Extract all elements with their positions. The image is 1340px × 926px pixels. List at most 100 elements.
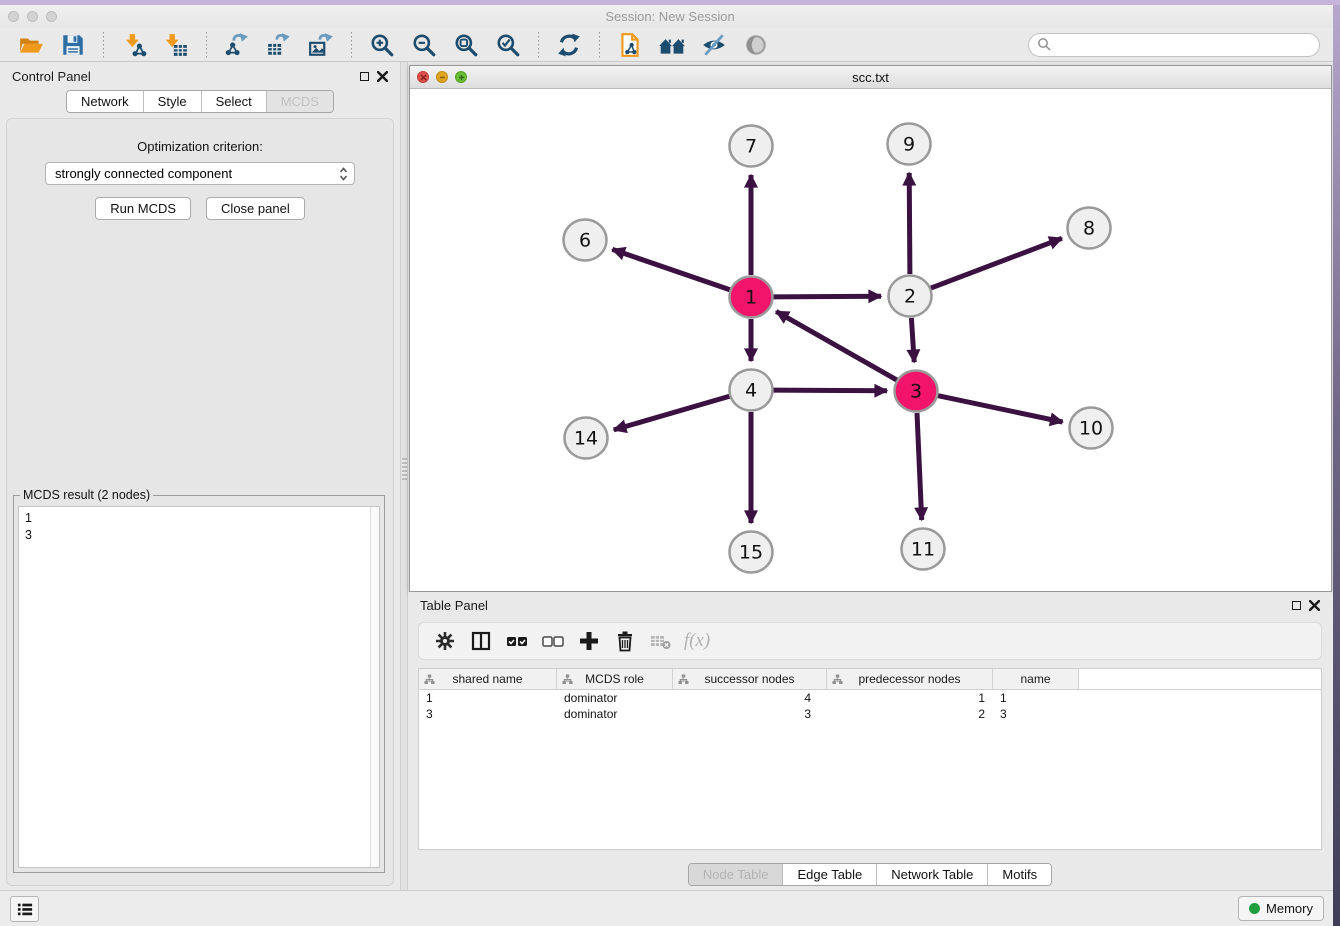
graph-edge[interactable] (909, 173, 910, 274)
fx-icon: f(x) (684, 630, 710, 652)
zoom-out-icon (411, 32, 437, 58)
import-network-button[interactable] (117, 30, 151, 60)
tab-motifs[interactable]: Motifs (987, 864, 1051, 885)
graph-node[interactable]: 6 (564, 220, 607, 261)
table-panel: Table Panel (408, 592, 1332, 890)
duplicate-network-button[interactable] (613, 30, 647, 60)
splitter-grip[interactable] (402, 458, 407, 480)
graph-node[interactable]: 3 (895, 371, 938, 412)
tab-edge-table[interactable]: Edge Table (782, 864, 876, 885)
graph-edge[interactable] (776, 311, 897, 380)
tab-node-table[interactable]: Node Table (689, 864, 783, 885)
mcds-result-scrollbar[interactable] (370, 507, 379, 867)
zoom-fit-button[interactable] (449, 30, 483, 60)
zoom-in-button[interactable] (365, 30, 399, 60)
function-builder-button[interactable]: f(x) (679, 626, 715, 656)
open-session-button[interactable] (14, 30, 48, 60)
table-settings-button[interactable] (427, 626, 463, 656)
float-panel-icon[interactable] (360, 72, 369, 81)
graph-node[interactable]: 10 (1070, 408, 1113, 449)
graph-node[interactable]: 8 (1068, 208, 1111, 249)
import-table-button[interactable] (159, 30, 193, 60)
add-column-button[interactable] (571, 626, 607, 656)
svg-text:10: 10 (1079, 418, 1103, 440)
graph-edge[interactable] (917, 413, 922, 520)
column-header-mcds-role[interactable]: MCDS role (557, 669, 673, 689)
split-panel-icon (470, 630, 492, 652)
tab-style[interactable]: Style (143, 91, 201, 112)
graph-node[interactable]: 2 (889, 276, 932, 317)
svg-text:7: 7 (745, 136, 757, 158)
criterion-select[interactable]: strongly connected component (45, 162, 355, 185)
graph-edge[interactable] (931, 238, 1062, 288)
column-type-icon (832, 674, 843, 685)
close-panel-button[interactable]: Close panel (206, 197, 305, 220)
graph-edge[interactable] (614, 396, 730, 430)
select-all-button[interactable] (499, 626, 535, 656)
tab-network[interactable]: Network (67, 91, 143, 112)
open-folder-icon (18, 32, 44, 58)
svg-text:14: 14 (574, 428, 598, 450)
delete-table-button[interactable] (643, 626, 679, 656)
close-table-panel-icon[interactable] (1309, 600, 1320, 611)
desktop-edge-top (0, 0, 1340, 5)
svg-text:1: 1 (745, 287, 757, 309)
checked-boxes-icon (505, 630, 529, 652)
search-input[interactable] (1028, 33, 1320, 57)
graph-node[interactable]: 7 (730, 126, 773, 167)
show-home-button[interactable] (655, 30, 689, 60)
column-header-shared-name[interactable]: shared name (419, 669, 557, 689)
memory-button[interactable]: Memory (1238, 896, 1324, 921)
refresh-layout-button[interactable] (552, 30, 586, 60)
svg-text:2: 2 (904, 286, 916, 308)
table-row[interactable]: 3dominator323 (419, 706, 1321, 722)
graph-edge[interactable] (911, 318, 914, 362)
vertical-splitter[interactable] (400, 62, 408, 890)
graph-node[interactable]: 9 (888, 124, 931, 165)
graph-edge[interactable] (938, 396, 1063, 422)
table-row[interactable]: 1dominator411 (419, 690, 1321, 706)
graph-node[interactable]: 15 (730, 532, 773, 573)
task-history-button[interactable] (10, 896, 39, 922)
main-area: Control Panel Network Style Select MCDS … (0, 62, 1340, 890)
close-panel-icon[interactable] (377, 71, 388, 82)
tab-select[interactable]: Select (201, 91, 266, 112)
bird-eye-view-button[interactable] (739, 30, 773, 60)
tab-mcds[interactable]: MCDS (266, 91, 333, 112)
search-icon (1037, 37, 1052, 52)
zoom-out-button[interactable] (407, 30, 441, 60)
eye-slash-icon (701, 32, 727, 58)
tab-network-table[interactable]: Network Table (876, 864, 987, 885)
zoom-in-icon (369, 32, 395, 58)
column-type-icon (678, 674, 689, 685)
graph-node[interactable]: 14 (565, 418, 608, 459)
export-network-button[interactable] (220, 30, 254, 60)
hide-details-button[interactable] (697, 30, 731, 60)
node-table[interactable]: shared name MCDS role successor nodes pr… (418, 668, 1322, 850)
network-window-title: scc.txt (410, 70, 1331, 85)
graph-node[interactable]: 1 (730, 277, 773, 318)
export-image-button[interactable] (304, 30, 338, 60)
deselect-all-button[interactable] (535, 626, 571, 656)
network-canvas[interactable]: 7 9 6 8 1 2 4 3 14 10 15 11 (410, 89, 1331, 591)
run-mcds-button[interactable]: Run MCDS (95, 197, 191, 220)
graph-edge[interactable] (612, 249, 730, 290)
network-window-titlebar[interactable]: scc.txt (410, 66, 1331, 89)
svg-text:15: 15 (739, 542, 763, 564)
split-panel-button[interactable] (463, 626, 499, 656)
save-session-button[interactable] (56, 30, 90, 60)
delete-column-button[interactable] (607, 626, 643, 656)
export-table-button[interactable] (262, 30, 296, 60)
float-table-panel-icon[interactable] (1292, 601, 1301, 610)
network-graph[interactable]: 7 9 6 8 1 2 4 3 14 10 15 11 (410, 89, 1332, 591)
graph-node[interactable]: 11 (902, 529, 945, 570)
toolbar-separator (538, 32, 539, 58)
zoom-selected-button[interactable] (491, 30, 525, 60)
column-header-successor-nodes[interactable]: successor nodes (673, 669, 827, 689)
column-type-icon (562, 674, 573, 685)
graph-edge[interactable] (773, 296, 881, 297)
graph-node[interactable]: 4 (730, 370, 773, 411)
column-header-name[interactable]: name (993, 669, 1079, 689)
column-header-predecessor-nodes[interactable]: predecessor nodes (827, 669, 993, 689)
graph-edge[interactable] (773, 390, 887, 391)
